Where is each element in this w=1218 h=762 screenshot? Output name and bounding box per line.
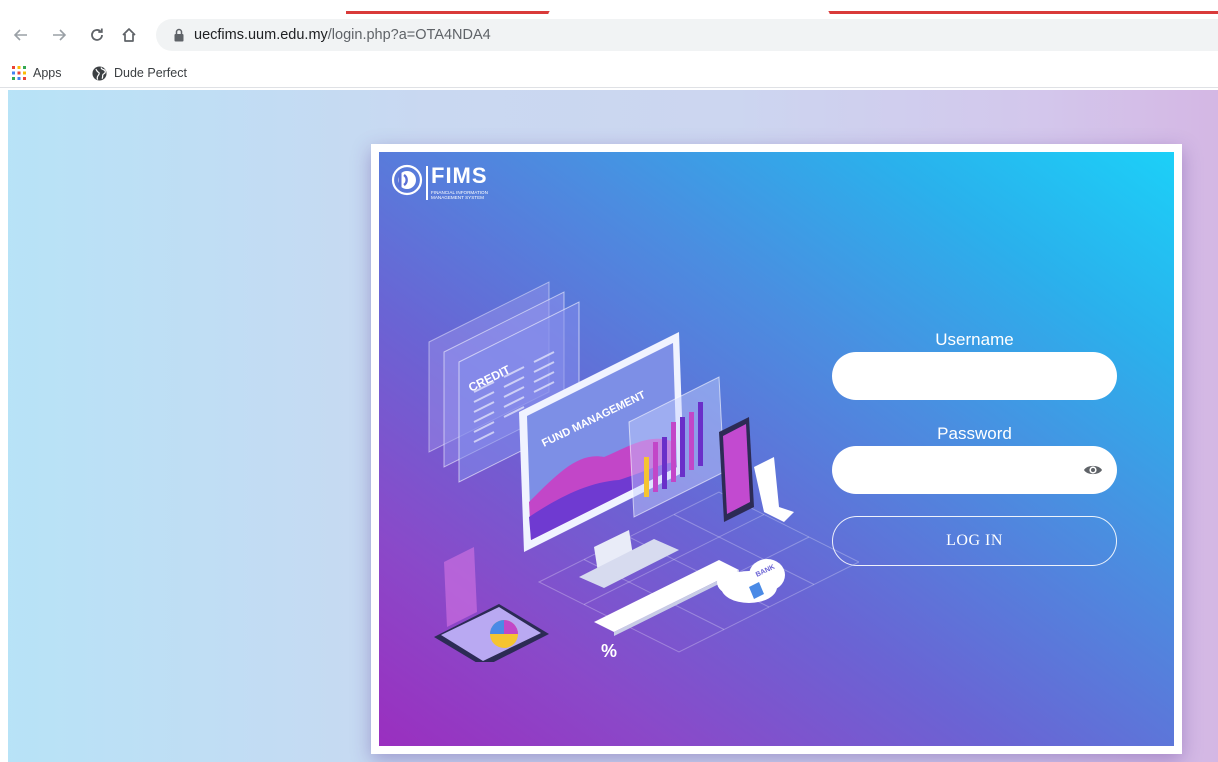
home-icon[interactable] [116,22,142,48]
login-form: Username Password LOG IN [832,328,1117,566]
phone [719,417,794,522]
bookmark-apps-label: Apps [33,66,62,80]
url-path: /login.php?a=OTA4NDA4 [327,27,491,43]
page-background: FIMS FINANCIAL INFORMATION MANAGEMENT SY… [0,90,1218,762]
active-tab[interactable] [548,8,830,16]
left-edge [0,90,8,762]
logo-title: FIMS [431,163,488,188]
username-label: Username [935,330,1014,349]
fims-logo: FIMS FINANCIAL INFORMATION MANAGEMENT SY… [391,164,488,200]
globe-icon [92,65,107,81]
logo-subtitle: FINANCIAL INFORMATION MANAGEMENT SYSTEM [431,190,511,200]
back-arrow-icon[interactable] [8,22,34,48]
bookmarks-bar: Apps Dude Perfect [0,58,1218,88]
apps-grid-icon [12,66,26,80]
password-input[interactable] [832,446,1117,494]
tab-strip [0,0,1218,16]
login-hero: FIMS FINANCIAL INFORMATION MANAGEMENT SY… [379,152,1174,746]
login-card: FIMS FINANCIAL INFORMATION MANAGEMENT SY… [371,144,1182,754]
address-bar[interactable]: uecfims.uum.edu.my/login.php?a=OTA4NDA4 [156,19,1218,51]
password-label: Password [937,424,1012,443]
percent-label: % [601,641,617,661]
bookmark-dude-perfect[interactable]: Dude Perfect [92,62,187,84]
logo-divider [426,166,428,200]
tablet [434,547,549,662]
username-input[interactable] [832,352,1117,400]
logo-subtitle-line2: MANAGEMENT SYSTEM [431,195,485,200]
bookmark-dude-perfect-label: Dude Perfect [114,66,187,80]
login-button[interactable]: LOG IN [832,516,1117,566]
fims-logo-icon [391,164,423,196]
finance-illustration: CREDIT FUND MANAGEMENT BANK % [428,281,859,662]
eye-icon[interactable] [1083,460,1103,480]
lock-icon [174,28,184,42]
password-field-wrapper [832,446,1117,494]
browser-toolbar: uecfims.uum.edu.my/login.php?a=OTA4NDA4 [0,16,1218,56]
url-host: uecfims.uum.edu.my [194,27,328,43]
forward-arrow-icon[interactable] [46,22,72,48]
reload-icon[interactable] [84,22,110,48]
bookmark-apps[interactable]: Apps [12,62,62,84]
url-text[interactable]: uecfims.uum.edu.my/login.php?a=OTA4NDA4 [194,19,491,51]
